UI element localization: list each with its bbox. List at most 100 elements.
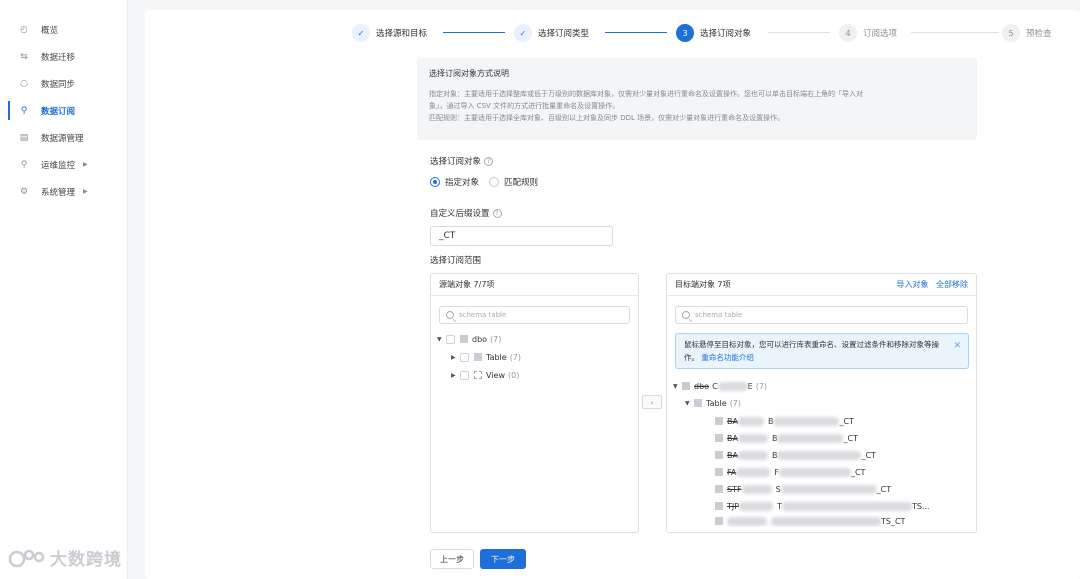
main-panel: ✓ 选择源和目标 ✓ 选择订阅类型 3 选择订阅对象 4 订阅选项 5 预检查 … [145, 10, 1080, 579]
caret-down-icon[interactable]: ▼ [685, 400, 694, 407]
migrate-icon: ⇆ [20, 51, 28, 62]
tree-node-db[interactable]: ▼ dbo C E (7) [673, 379, 767, 393]
search-icon [446, 311, 454, 319]
table-row[interactable]: TJP T TS... [715, 499, 930, 513]
step-connector [768, 32, 830, 33]
datasource-icon: ▤ [19, 132, 29, 143]
source-search-input[interactable]: schema table [439, 306, 630, 324]
target-panel: 目标端对象 7项 导入对象 全部移除 schema table 鼠标悬停至目标对… [666, 273, 977, 533]
redacted-text [780, 484, 877, 494]
table-row[interactable]: BA B _CT [715, 431, 858, 445]
step-connector [443, 32, 505, 33]
rename-help-link[interactable]: 重命名功能介绍 [701, 353, 754, 362]
help-icon[interactable]: ? [484, 156, 494, 166]
sync-icon: ○ [20, 78, 28, 89]
tree-count: (7) [490, 334, 502, 344]
sidebar-item-system[interactable]: ⚙ 系统管理 ▶ [0, 178, 127, 205]
sidebar-item-label: 数据源管理 [41, 133, 84, 144]
suffix-label: 自定义后缀设置 ? [430, 207, 502, 219]
step-2: ✓ 选择订阅类型 [514, 22, 589, 44]
table-name-suffix: TS... [911, 501, 930, 511]
redacted-text [777, 433, 844, 443]
import-objects-link[interactable]: 导入对象 [896, 280, 928, 289]
chevron-right-icon: ▶ [83, 188, 88, 195]
table-name-suffix: _CT [839, 416, 854, 426]
radio-checked-icon[interactable] [430, 177, 440, 187]
table-icon [715, 434, 723, 442]
prev-step-button[interactable]: 上一步 [430, 549, 474, 569]
table-row[interactable]: BA B _CT [715, 448, 876, 462]
table-name-original: BA [727, 433, 738, 443]
redacted-text [737, 416, 764, 426]
tree-count: (0) [507, 370, 520, 380]
close-icon[interactable]: ✕ [953, 340, 961, 353]
target-actions: 导入对象 全部移除 [891, 279, 968, 290]
sidebar-item-migration[interactable]: ⇆ 数据迁移 [0, 43, 127, 70]
checkbox[interactable] [460, 370, 469, 380]
chevron-right-icon: › [650, 397, 654, 407]
table-row[interactable]: STF S _CT [715, 482, 891, 496]
tree-node-table[interactable]: ▼ Table (7) [685, 396, 741, 410]
table-icon [715, 417, 723, 425]
redacted-text [739, 501, 774, 511]
suffix-input[interactable]: _CT [430, 226, 613, 246]
next-step-button[interactable]: 下一步 [480, 549, 526, 569]
table-row[interactable]: TS_CT [715, 515, 905, 527]
checkbox[interactable] [460, 352, 469, 362]
step-connector [911, 32, 999, 33]
tree-node-db[interactable]: ▼ dbo (7) [437, 332, 501, 346]
table-row[interactable]: BA B _CT [715, 414, 854, 428]
source-header-text: 源端对象 7/7项 [439, 280, 495, 289]
subscribe-icon: ⚲ [20, 105, 28, 116]
redacted-text [741, 484, 772, 494]
tree-label-rename: C [712, 381, 718, 391]
help-icon[interactable]: ? [492, 208, 502, 218]
remove-all-link[interactable]: 全部移除 [936, 280, 968, 289]
tree-node-table[interactable]: ▶ Table (7) [451, 350, 521, 364]
step-number: 4 [839, 24, 857, 42]
table-row[interactable]: FA F _CT [715, 465, 865, 479]
table-name-original: FA [727, 467, 737, 477]
redacted-text [727, 516, 767, 526]
step-label: 订阅选项 [863, 29, 898, 39]
radio-unchecked-icon[interactable] [489, 177, 500, 187]
step-5: 5 预检查 [1002, 22, 1052, 44]
transfer-right-button[interactable]: › [642, 395, 662, 409]
tree-label: Table [706, 398, 727, 408]
info-title: 选择订阅对象方式说明 [429, 69, 509, 78]
sidebar-item-label: 系统管理 [41, 187, 76, 198]
radio-specified[interactable]: 指定对象 [430, 176, 479, 188]
info-text: 指定对象：主要适用于选择整库或低于万级别的数据库对象，仅需对少量对象进行重命名及… [429, 90, 863, 98]
tree-node-view[interactable]: ▶ View (0) [451, 368, 519, 382]
caret-down-icon[interactable]: ▼ [437, 336, 446, 343]
tree-label: dbo [472, 334, 488, 344]
caret-right-icon[interactable]: ▶ [451, 354, 460, 361]
sidebar-item-datasource[interactable]: ▤ 数据源管理 [0, 124, 127, 151]
redacted-text [777, 450, 862, 460]
table-name-original: TJP [727, 501, 740, 511]
tree-label: View [486, 370, 505, 380]
search-placeholder: schema table [695, 311, 743, 319]
sidebar-item-monitor[interactable]: ⚲ 运维监控 ▶ [0, 151, 127, 178]
sidebar-item-subscription[interactable]: ⚲ 数据订阅 [0, 97, 127, 124]
sidebar-item-sync[interactable]: ○ 数据同步 [0, 70, 127, 97]
sidebar-item-overview[interactable]: ◴ 概览 [0, 16, 127, 43]
radio-label: 匹配规则 [504, 178, 539, 188]
target-search-input[interactable]: schema table [675, 306, 968, 324]
checkbox[interactable] [446, 334, 455, 344]
step-label: 选择源和目标 [376, 29, 428, 39]
tree-count: (7) [755, 381, 768, 391]
source-header: 源端对象 7/7项 [431, 274, 638, 296]
dashboard-icon: ◴ [20, 24, 28, 35]
info-text: 象」，通过导入 CSV 文件的方式进行批量重命名及设置操作。 [429, 102, 620, 110]
step-4: 4 订阅选项 [839, 22, 897, 44]
caret-down-icon[interactable]: ▼ [673, 383, 682, 390]
table-name-suffix: TS_CT [881, 516, 906, 526]
object-label: 选择订阅对象 ? [430, 155, 494, 167]
table-icon [474, 353, 482, 361]
object-mode-radio-group: 指定对象 匹配规则 [430, 176, 548, 188]
sidebar-item-label: 数据同步 [41, 79, 76, 90]
caret-right-icon[interactable]: ▶ [451, 372, 460, 379]
step-number: 5 [1002, 24, 1020, 42]
radio-match[interactable]: 匹配规则 [489, 176, 538, 188]
